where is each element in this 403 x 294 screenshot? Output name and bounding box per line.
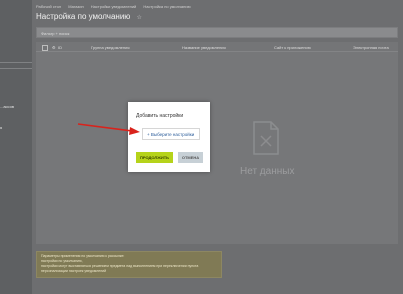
table-body bbox=[36, 52, 398, 244]
sidebar-item-fragment[interactable]: я bbox=[0, 125, 2, 130]
column-site[interactable]: Сайт к приложению bbox=[274, 45, 311, 50]
table-header: ⚙ ID Группа уведомления Название уведомл… bbox=[36, 42, 398, 52]
column-email[interactable]: Электронная почта bbox=[353, 45, 389, 50]
breadcrumb: Рабочий стол Магазин Настройки уведомлен… bbox=[36, 4, 197, 9]
select-all-checkbox[interactable] bbox=[42, 45, 48, 52]
info-box: Параметры применения по умолчанию к расс… bbox=[36, 251, 222, 278]
select-settings-button[interactable]: + Выберите настройки bbox=[142, 128, 200, 140]
column-id[interactable]: ID bbox=[58, 45, 62, 50]
continue-button[interactable]: ПРОДОЛЖИТЬ bbox=[136, 152, 173, 163]
sidebar: ...ассов я bbox=[0, 0, 32, 294]
breadcrumb-item[interactable]: Рабочий стол bbox=[36, 4, 61, 9]
star-icon[interactable]: ☆ bbox=[137, 15, 142, 21]
page-title: Настройка по умолчанию bbox=[36, 12, 131, 21]
breadcrumb-item[interactable]: Магазин bbox=[68, 4, 83, 9]
breadcrumb-item: Настройка по умолчанию bbox=[143, 4, 191, 9]
breadcrumb-item[interactable]: Настройки уведомлений bbox=[91, 4, 137, 9]
red-arrow-annotation bbox=[77, 123, 140, 135]
main-content: Рабочий стол Магазин Настройки уведомлен… bbox=[32, 0, 403, 294]
sidebar-item-fragment[interactable]: ...ассов bbox=[0, 104, 14, 109]
column-group[interactable]: Группа уведомления bbox=[91, 45, 129, 50]
empty-state-text: Нет данных bbox=[240, 166, 295, 177]
page-title-row: Настройка по умолчанию ☆ bbox=[36, 12, 142, 21]
empty-document-icon bbox=[253, 121, 279, 155]
column-name[interactable]: Название уведомления bbox=[182, 45, 226, 50]
gear-icon[interactable]: ⚙ bbox=[52, 45, 56, 50]
search-input[interactable]: Фильтр + поиск bbox=[36, 27, 398, 38]
sidebar-separator bbox=[0, 62, 32, 63]
info-line: персонализации настроек уведомлений bbox=[41, 269, 107, 273]
cancel-button[interactable]: ОТМЕНА bbox=[178, 152, 203, 163]
sidebar-separator bbox=[0, 68, 32, 69]
